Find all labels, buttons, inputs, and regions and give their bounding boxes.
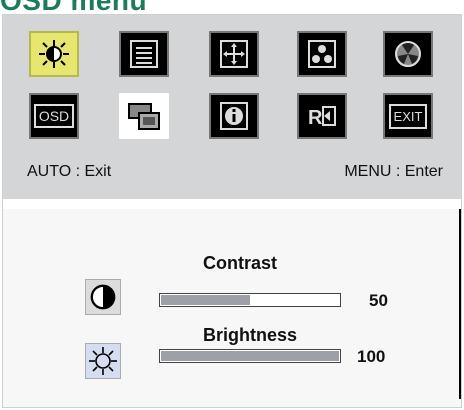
osd-menu-heading: OSD menu: [0, 0, 148, 16]
osd-icon-text: OSD: [33, 104, 75, 128]
info-menu-icon[interactable]: [209, 93, 259, 139]
sun-icon: [39, 40, 69, 68]
reset-icon: R: [308, 106, 336, 129]
contrast-slider[interactable]: [159, 293, 341, 307]
settings-menu-icon[interactable]: [383, 31, 433, 77]
image-menu-icon[interactable]: [119, 31, 169, 77]
svg-text:R: R: [308, 107, 323, 129]
osd-menu-panel: OSD R EXIT AUTO: Exit MENU: Enter Cont…: [2, 14, 462, 408]
color-menu-icon[interactable]: [297, 31, 347, 77]
divider: [3, 199, 461, 209]
move-icon: [220, 40, 248, 68]
settings-panel: Contrast 50 Brightness 100: [3, 209, 461, 407]
osd-menu-icon[interactable]: OSD: [29, 93, 79, 139]
reset-menu-icon[interactable]: R: [297, 93, 347, 139]
brightness-icon: [85, 343, 121, 379]
contrast-icon: [85, 279, 121, 315]
contrast-slider-fill: [161, 295, 250, 305]
contrast-label: Contrast: [203, 253, 278, 273]
brightness-label: Brightness: [203, 325, 298, 345]
info-icon: [220, 102, 248, 130]
menu-icon-panel: OSD R EXIT AUTO: Exit MENU: Enter: [3, 15, 461, 199]
exit-menu-icon[interactable]: EXIT: [383, 93, 433, 139]
panel-edge: [459, 209, 461, 399]
list-icon: [130, 40, 158, 68]
menu-row-2: OSD R EXIT: [3, 93, 461, 153]
position-menu-icon[interactable]: [209, 31, 259, 77]
menu-enter-hint: MENU : Enter: [344, 163, 443, 180]
fan-icon: [395, 41, 421, 67]
brightness-slider-fill: [161, 351, 339, 361]
exit-icon-text: EXIT: [388, 103, 428, 129]
brightness-value: 100: [357, 347, 386, 366]
brightness-slider[interactable]: [159, 349, 341, 363]
color-dots-icon: [308, 40, 336, 68]
brightness-menu-icon[interactable]: [29, 31, 79, 77]
contrast-value: 50: [369, 291, 388, 310]
input-source-icon: [128, 103, 160, 130]
auto-exit-hint: AUTO : Exit: [27, 163, 112, 180]
menu-row-1: [3, 31, 461, 91]
input-menu-icon[interactable]: [119, 93, 169, 139]
